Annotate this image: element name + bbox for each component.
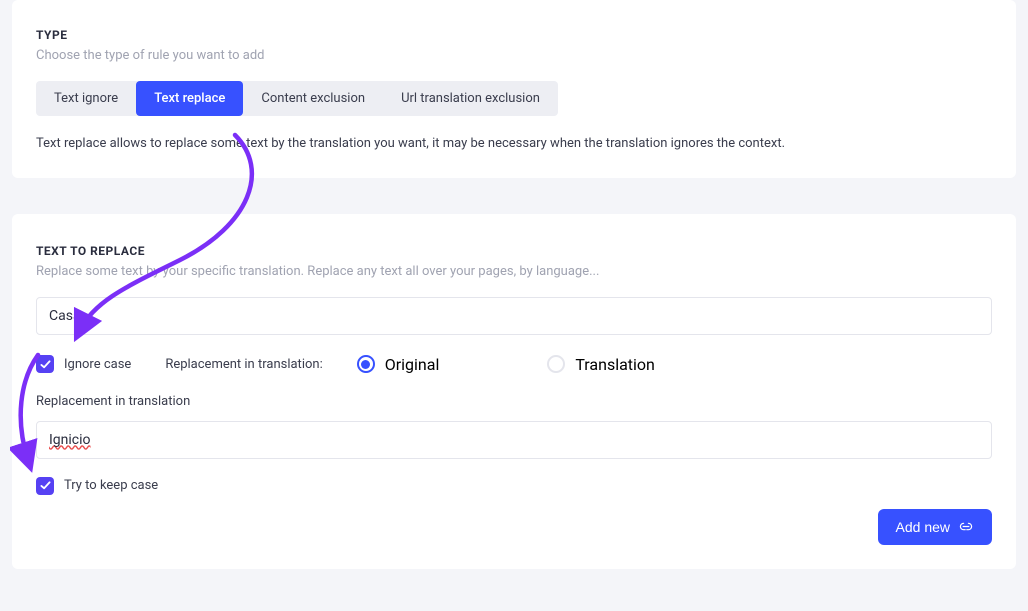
- keep-case-checkbox[interactable]: [36, 477, 54, 495]
- radio-original[interactable]: Original: [357, 355, 440, 374]
- replacement-input[interactable]: Ignicio: [36, 421, 992, 459]
- check-icon: [40, 480, 51, 491]
- link-icon: [958, 520, 974, 533]
- text-replace-card: TEXT TO REPLACE Replace some text by you…: [12, 214, 1016, 569]
- ignore-case-label: Ignore case: [64, 357, 131, 372]
- type-subtitle: Choose the type of rule you want to add: [36, 48, 992, 63]
- tab-content-exclusion[interactable]: Content exclusion: [243, 81, 383, 116]
- replacement-value-text: Ignicio: [49, 432, 91, 448]
- radio-original-label: Original: [385, 355, 440, 374]
- tab-text-ignore[interactable]: Text ignore: [36, 81, 136, 116]
- radio-original-indicator[interactable]: [357, 355, 375, 373]
- keep-case-label: Try to keep case: [64, 478, 158, 493]
- replacement-label: Replacement in translation:: [165, 357, 322, 372]
- type-title: TYPE: [36, 28, 992, 42]
- replace-subtitle: Replace some text by your specific trans…: [36, 264, 992, 279]
- ignore-case-checkbox-wrap[interactable]: Ignore case: [36, 355, 131, 373]
- replace-title: TEXT TO REPLACE: [36, 244, 992, 258]
- add-new-button[interactable]: Add new: [878, 509, 992, 545]
- type-card: TYPE Choose the type of rule you want to…: [12, 0, 1016, 178]
- add-new-label: Add new: [896, 519, 950, 535]
- tab-url-translation-exclusion[interactable]: Url translation exclusion: [383, 81, 558, 116]
- text-to-replace-input[interactable]: [36, 297, 992, 335]
- radio-group-original: Original Translation: [357, 355, 655, 374]
- radio-translation[interactable]: Translation: [547, 355, 655, 374]
- ignore-case-checkbox[interactable]: [36, 355, 54, 373]
- options-row: Ignore case Replacement in translation: …: [36, 355, 992, 374]
- tab-text-replace[interactable]: Text replace: [136, 81, 243, 116]
- keep-case-checkbox-wrap[interactable]: Try to keep case: [36, 477, 992, 495]
- radio-translation-label: Translation: [575, 355, 655, 374]
- radio-translation-indicator[interactable]: [547, 355, 565, 373]
- replacement-field-label: Replacement in translation: [36, 394, 992, 409]
- check-icon: [40, 359, 51, 370]
- type-description: Text replace allows to replace some text…: [36, 134, 992, 154]
- rule-type-tabs: Text ignore Text replace Content exclusi…: [36, 81, 558, 116]
